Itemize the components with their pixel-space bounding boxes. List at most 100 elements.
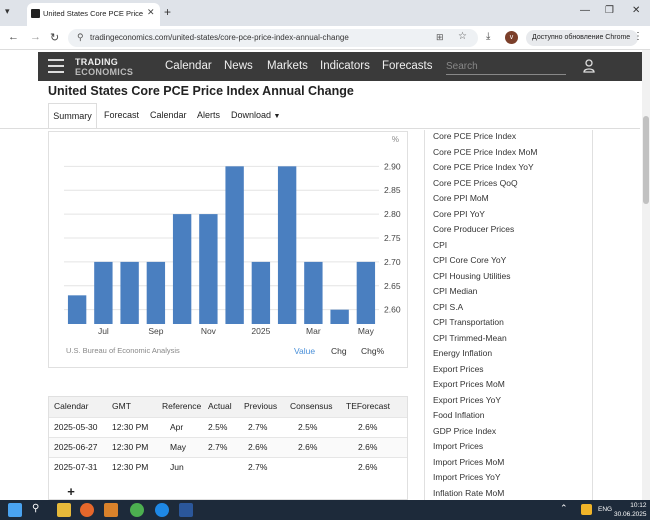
cell-reference: Apr <box>156 416 202 437</box>
sidebar-indicator-link[interactable]: Import Prices MoM <box>433 457 504 467</box>
omnibox[interactable]: ⚲ tradingeconomics.com/united-states/cor… <box>68 29 478 47</box>
close-tab-icon[interactable]: ✕ <box>147 7 155 18</box>
page-scrollbar[interactable] <box>642 50 650 500</box>
sidebar-indicator-link[interactable]: CPI S.A <box>433 302 463 312</box>
nav-news[interactable]: News <box>224 60 253 72</box>
minimize-icon[interactable]: — <box>580 5 590 16</box>
table-row[interactable]: 2025-06-27 12:30 PM May 2.7% 2.6% 2.6% 2… <box>48 436 408 457</box>
site-info-icon[interactable]: ⚲ <box>77 32 84 43</box>
scroll-thumb[interactable] <box>643 116 649 204</box>
nav-markets[interactable]: Markets <box>267 60 308 72</box>
sidebar-indicator-link[interactable]: CPI Housing Utilities <box>433 271 510 281</box>
user-icon[interactable] <box>583 59 595 73</box>
sidebar-indicator-link[interactable]: CPI <box>433 240 447 250</box>
bar[interactable] <box>330 309 349 324</box>
chrome-update-button[interactable]: Доступно обновление Chrome <box>526 30 638 46</box>
sidebar-indicator-link[interactable]: CPI Median <box>433 286 477 296</box>
cell-actual <box>202 456 238 477</box>
sidebar-indicator-link[interactable]: CPI Core Core YoY <box>433 255 506 265</box>
edge-icon[interactable] <box>155 503 169 517</box>
language-indicator[interactable]: ENG <box>598 506 612 513</box>
firefox-icon[interactable] <box>80 503 94 517</box>
bar[interactable] <box>356 261 376 324</box>
tab-forecast[interactable]: Forecast <box>104 103 139 128</box>
bar[interactable] <box>172 214 192 324</box>
clock[interactable]: 10:12 30.06.2025 <box>614 501 647 519</box>
sidebar-indicator-link[interactable]: CPI Trimmed-Mean <box>433 333 507 343</box>
address-bar-row: ← → ↻ ⚲ tradingeconomics.com/united-stat… <box>0 26 650 50</box>
search-icon[interactable]: ⚲ <box>32 503 46 517</box>
close-window-icon[interactable]: ✕ <box>632 5 640 16</box>
y-tick-label: 2.65 <box>384 281 401 291</box>
tab-alerts[interactable]: Alerts <box>197 103 220 128</box>
bar[interactable] <box>120 261 139 324</box>
forward-icon[interactable]: → <box>30 31 41 43</box>
translate-icon[interactable]: ⊞ <box>436 32 444 43</box>
tab-download[interactable]: Download ▼ <box>231 103 280 128</box>
url-text[interactable]: tradingeconomics.com/united-states/core-… <box>90 33 349 42</box>
nav-indicators[interactable]: Indicators <box>320 60 370 72</box>
sidebar-indicator-link[interactable]: CPI Transportation <box>433 317 504 327</box>
bar[interactable] <box>146 261 166 324</box>
sidebar-indicator-link[interactable]: Core PCE Price Index <box>433 131 516 141</box>
back-icon[interactable]: ← <box>8 31 19 43</box>
view-tab-chg-pct[interactable]: Chg% <box>361 346 385 356</box>
bar[interactable] <box>225 166 244 324</box>
app-icon[interactable] <box>104 503 118 517</box>
tab-list-icon[interactable]: ▾ <box>5 6 10 17</box>
view-tab-chg[interactable]: Chg <box>331 346 347 356</box>
tab-summary[interactable]: Summary <box>48 103 97 128</box>
sidebar-indicator-link[interactable]: Import Prices <box>433 441 483 451</box>
y-tick-label: 2.75 <box>384 233 401 243</box>
sidebar-indicator-link[interactable]: Core PCE Price Index YoY <box>433 162 534 172</box>
sidebar-indicator-link[interactable]: Energy Inflation <box>433 348 492 358</box>
sidebar-indicator-link[interactable]: GDP Price Index <box>433 426 496 436</box>
x-tick-label: 2025 <box>251 326 270 336</box>
bar[interactable] <box>304 261 323 324</box>
nav-calendar[interactable]: Calendar <box>165 60 212 72</box>
sidebar-indicator-link[interactable]: Core PPI YoY <box>433 209 485 219</box>
add-button[interactable]: + <box>60 483 82 501</box>
site-search-input[interactable] <box>446 58 566 75</box>
tab-calendar[interactable]: Calendar <box>150 103 187 128</box>
sidebar-indicator-link[interactable]: Export Prices YoY <box>433 395 501 405</box>
sidebar-indicator-link[interactable]: Export Prices <box>433 364 484 374</box>
bar[interactable] <box>277 166 297 324</box>
sidebar-indicator-link[interactable]: Core PCE Prices QoQ <box>433 178 518 188</box>
bookmark-star-icon[interactable]: ☆ <box>458 31 467 42</box>
chrome-icon[interactable] <box>130 503 144 517</box>
sidebar-indicator-link[interactable]: Inflation Rate MoM <box>433 488 504 498</box>
view-tab-value[interactable]: Value <box>294 346 315 356</box>
bar[interactable] <box>251 261 271 324</box>
windows-start-icon[interactable] <box>8 503 22 517</box>
sidebar-indicator-link[interactable]: Food Inflation <box>433 410 485 420</box>
new-tab-icon[interactable]: + <box>164 5 171 19</box>
logo-line2[interactable]: ECONOMICS <box>75 67 133 77</box>
sidebar-indicator-link[interactable]: Core Producer Prices <box>433 224 514 234</box>
tray-chevron-icon[interactable]: ⌃ <box>560 503 574 517</box>
logo-line1[interactable]: TRADING <box>75 57 118 67</box>
bar[interactable] <box>199 214 218 324</box>
table-row[interactable]: 2025-07-31 12:30 PM Jun 2.7% 2.6% <box>48 456 408 477</box>
chart-source[interactable]: U.S. Bureau of Economic Analysis <box>66 346 180 355</box>
download-icon[interactable]: ⤓ <box>486 31 490 42</box>
sidebar-indicator-link[interactable]: Export Prices MoM <box>433 379 505 389</box>
cell-teforecast: 2.6% <box>340 416 408 437</box>
tray-app-icon[interactable] <box>581 504 592 515</box>
nav-forecasts[interactable]: Forecasts <box>382 60 433 72</box>
clock-time: 10:12 <box>630 502 647 509</box>
profile-avatar[interactable]: v <box>505 31 518 44</box>
chrome-menu-icon[interactable]: ⋮ <box>633 31 643 42</box>
reload-icon[interactable]: ↻ <box>50 31 59 44</box>
table-row[interactable]: 2025-05-30 12:30 PM Apr 2.5% 2.7% 2.5% 2… <box>48 416 408 437</box>
bar[interactable] <box>94 261 113 324</box>
browser-tab[interactable]: United States Core PCE Price Index ✕ <box>27 3 160 26</box>
hamburger-menu-icon[interactable] <box>48 59 64 73</box>
word-icon[interactable] <box>179 503 193 517</box>
maximize-icon[interactable]: ❐ <box>605 5 614 16</box>
bar[interactable] <box>67 295 87 324</box>
sidebar-indicator-link[interactable]: Core PPI MoM <box>433 193 489 203</box>
sidebar-indicator-link[interactable]: Import Prices YoY <box>433 472 501 482</box>
file-explorer-icon[interactable] <box>57 503 71 517</box>
sidebar-indicator-link[interactable]: Core PCE Price Index MoM <box>433 147 537 157</box>
